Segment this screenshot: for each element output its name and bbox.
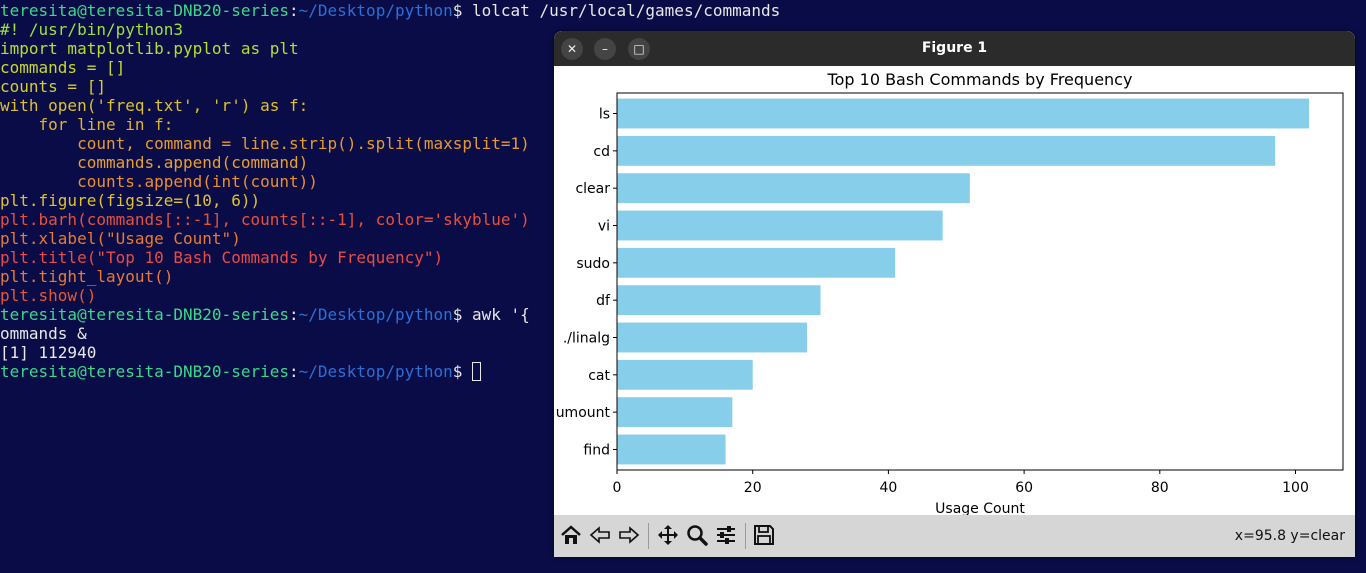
terminal-text: counts = [] — [0, 77, 106, 96]
y-tick-label: cat — [588, 368, 610, 384]
terminal-text: #! /usr/bin/python3 — [0, 20, 184, 39]
bar-df — [617, 285, 821, 316]
back-button[interactable] — [586, 521, 614, 549]
x-axis-label: Usage Count — [935, 501, 1025, 515]
terminal-text: ~/Desktop/python — [298, 362, 453, 381]
y-tick-label: sudo — [576, 256, 610, 272]
toolbar-separator — [648, 523, 649, 549]
forward-icon — [619, 526, 640, 544]
terminal-text: plt.figure(figsize=(10, 6)) — [0, 191, 261, 210]
x-tick-label: 100 — [1282, 480, 1309, 496]
terminal-text: plt.tight_layout() — [0, 267, 174, 286]
terminal-text: : — [288, 305, 299, 324]
bar-sudo — [617, 247, 896, 278]
x-tick-label: 20 — [744, 480, 762, 496]
bar-find — [617, 434, 726, 465]
back-icon — [589, 526, 610, 544]
y-tick-label: umount — [556, 405, 611, 421]
y-tick-label: ls — [599, 107, 610, 123]
x-tick-label: 80 — [1151, 480, 1169, 496]
terminal-text: teresita@teresita-DNB20-series — [0, 305, 289, 324]
bar-vi — [617, 210, 943, 241]
terminal-text: $ awk '{ — [452, 305, 530, 324]
x-tick-label: 40 — [879, 480, 897, 496]
pan-button[interactable] — [654, 521, 682, 549]
save-icon — [754, 525, 774, 545]
terminal-text: ~/Desktop/python — [298, 305, 453, 324]
chart-title: Top 10 Bash Commands by Frequency — [827, 70, 1133, 89]
terminal-text: for line in f: — [0, 115, 174, 134]
bar-ls — [617, 98, 1310, 129]
terminal-text: ~/Desktop/python — [298, 1, 453, 20]
terminal-text: counts.append(int(count)) — [0, 172, 318, 191]
window-title: Figure 1 — [921, 40, 988, 56]
terminal-text: with open('freq.txt', 'r') as f: — [0, 96, 309, 115]
terminal-text: : — [288, 362, 299, 381]
home-button[interactable] — [557, 521, 585, 549]
window-titlebar[interactable]: ✕ – □ Figure 1 — [554, 31, 1355, 66]
terminal-text: : — [288, 1, 299, 20]
zoom-button[interactable] — [683, 521, 711, 549]
configure-subplots-button[interactable] — [712, 521, 740, 549]
terminal-text: plt.xlabel("Usage Count") — [0, 229, 241, 248]
y-tick-label: cd — [593, 144, 610, 160]
bar-chart[interactable]: Top 10 Bash Commands by Frequency ls cd cle… — [554, 66, 1355, 515]
home-icon — [561, 525, 581, 544]
bar-cd — [617, 135, 1276, 166]
terminal-text: plt.barh(commands[::-1], counts[::-1], c… — [0, 210, 530, 229]
terminal-line: teresita@teresita-DNB20-series:~/Desktop… — [0, 1, 1366, 20]
save-button[interactable] — [750, 521, 778, 549]
navigation-toolbar: x=95.8 y=clear — [554, 515, 1355, 557]
bar-linalg — [617, 322, 807, 353]
x-tick-label: 0 — [613, 480, 622, 496]
configure-subplots-icon — [717, 526, 735, 544]
forward-button[interactable] — [615, 521, 643, 549]
terminal-text: commands.append(command) — [0, 153, 309, 172]
y-tick-label: find — [583, 442, 610, 458]
terminal-text: $ lolcat /usr/local/games/commands — [452, 1, 781, 20]
y-tick-label: ./linalg — [563, 330, 610, 346]
terminal-text: count, command = line.strip().split(maxs… — [0, 134, 530, 153]
y-tick-label: vi — [598, 219, 610, 235]
terminal-text: plt.title("Top 10 Bash Commands by Frequ… — [0, 248, 444, 267]
terminal-text: import matplotlib.pyplot as plt — [0, 39, 299, 58]
terminal-text: teresita@teresita-DNB20-series — [0, 362, 289, 381]
terminal-text: [1] 112940 — [0, 343, 97, 362]
y-tick-label: df — [596, 293, 611, 309]
figure-window[interactable]: ✕ – □ Figure 1 Top 10 Bash Commands by F… — [554, 31, 1355, 557]
bar-cat — [617, 359, 753, 390]
x-tick-label: 60 — [1015, 480, 1033, 496]
terminal-cursor — [472, 362, 482, 381]
terminal-text: commands = [] — [0, 58, 126, 77]
pan-icon — [658, 525, 678, 545]
bar-clear — [617, 173, 970, 204]
y-tick-label: clear — [575, 181, 610, 197]
toolbar-separator — [745, 523, 746, 549]
terminal-text: ommands & — [0, 324, 87, 343]
coordinate-readout: x=95.8 y=clear — [1234, 528, 1345, 544]
terminal-text: plt.show() — [0, 286, 97, 305]
bar-umount — [617, 397, 733, 428]
terminal-text: $ — [452, 362, 473, 381]
zoom-icon — [687, 525, 708, 546]
terminal-text: teresita@teresita-DNB20-series — [0, 1, 289, 20]
